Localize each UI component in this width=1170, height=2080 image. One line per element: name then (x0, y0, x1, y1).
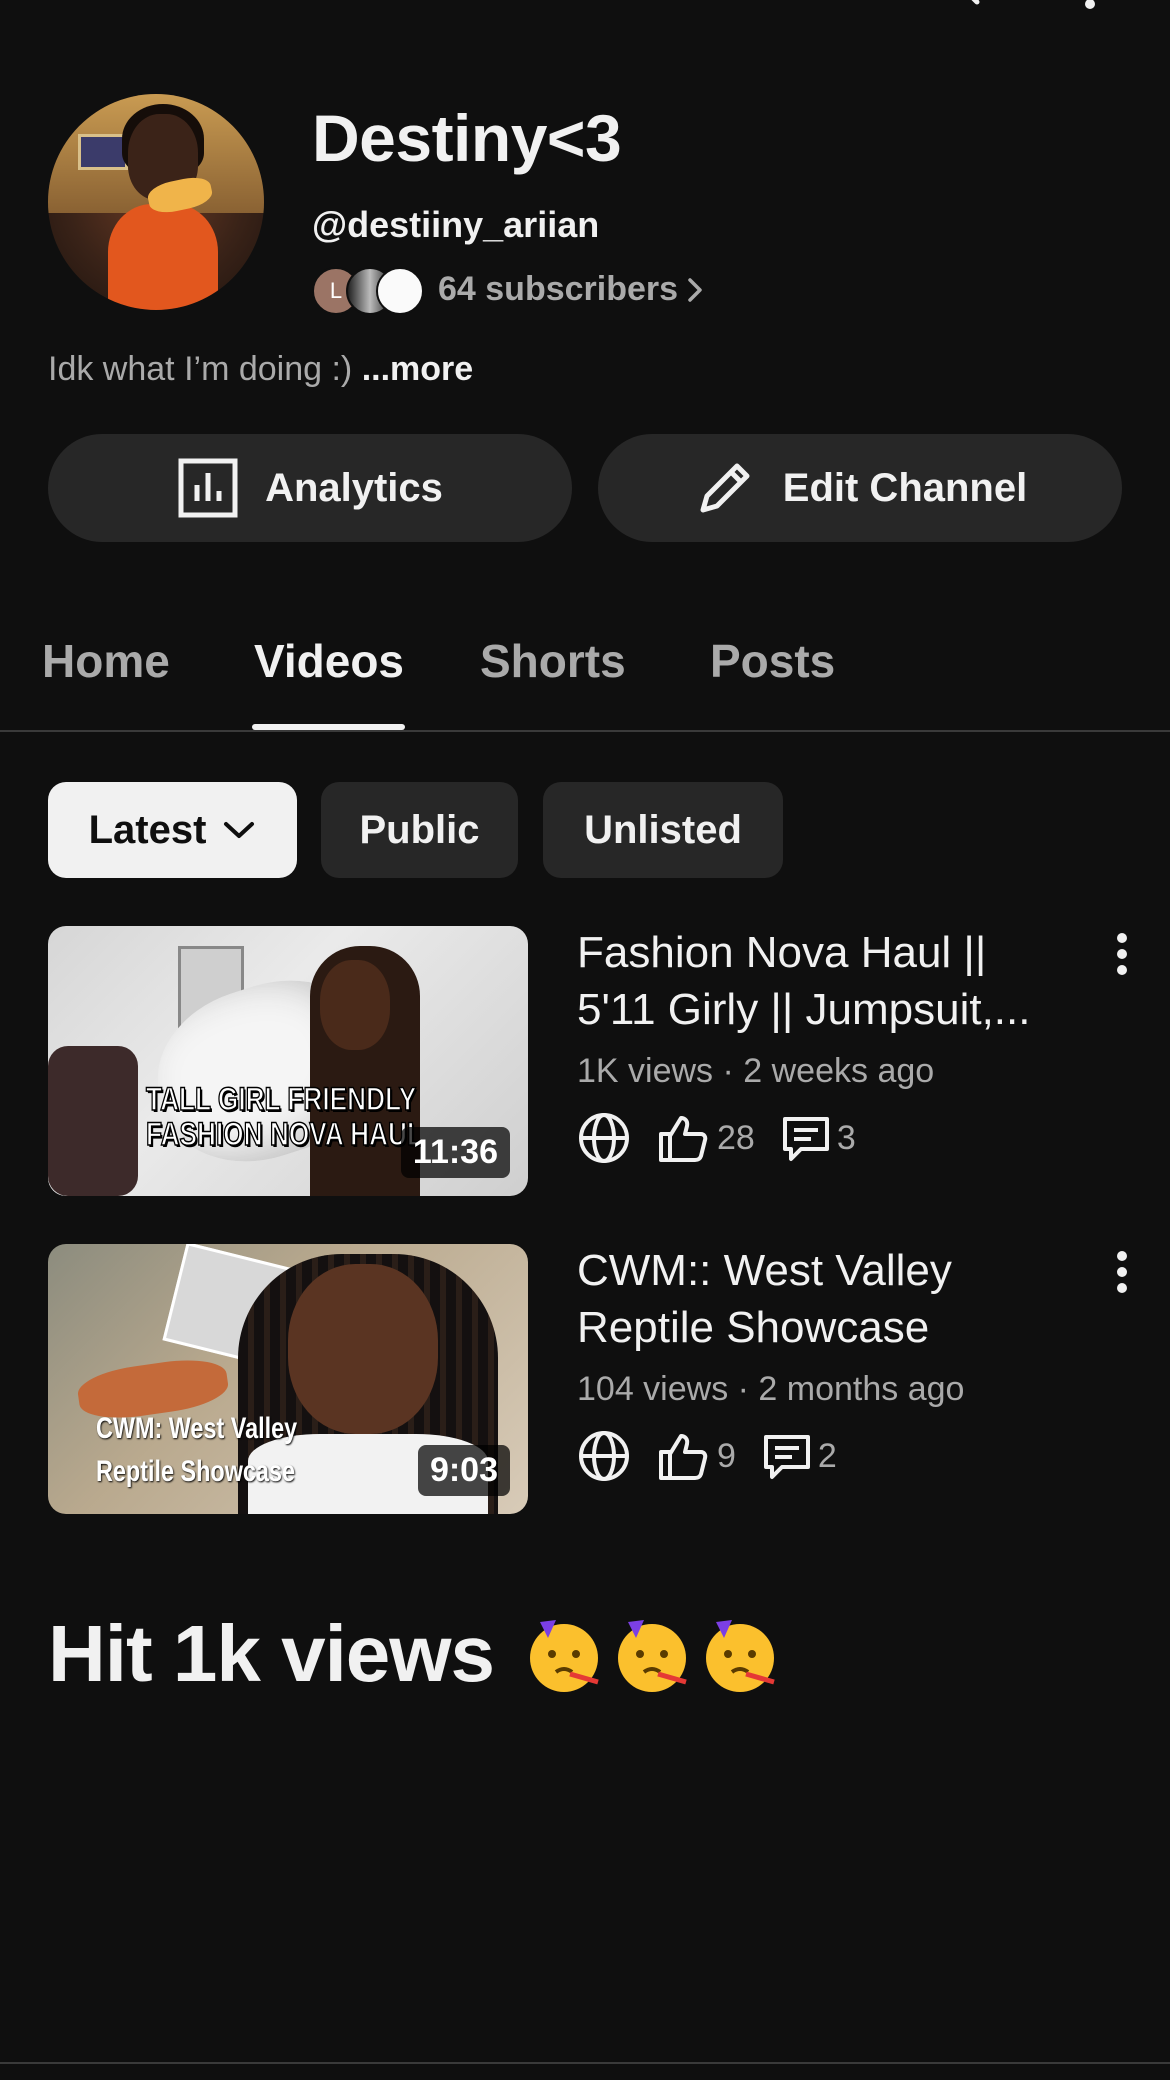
chevron-right-icon (688, 277, 702, 302)
analytics-label: Analytics (265, 465, 443, 510)
video-thumbnail[interactable]: TALL GIRL FRIENDLY FASHION NOVA HAUL 11:… (48, 926, 528, 1196)
globe-icon (579, 1113, 629, 1163)
video-stats: 9 2 (577, 1428, 837, 1484)
video-thumbnail[interactable]: CWM: West Valley Reptile Showcase 9:03 (48, 1244, 528, 1514)
tab-shorts[interactable]: Shorts (480, 634, 626, 688)
chip-label: Public (359, 807, 480, 852)
subscriber-avatar (376, 267, 424, 315)
channel-handle: @destiiny_ariian (312, 204, 600, 245)
description-text: Idk what I’m doing :) (48, 350, 353, 388)
thumbnail-caption-line: Reptile Showcase (96, 1455, 295, 1488)
analytics-button[interactable]: Analytics (48, 434, 572, 542)
chip-label: Latest (88, 807, 207, 852)
thumbs-up-icon (659, 1116, 708, 1162)
comment-count: 3 (836, 1118, 856, 1157)
tab-videos[interactable]: Videos (254, 634, 404, 688)
more-vert-icon[interactable] (1078, 0, 1102, 10)
more-vert-icon[interactable] (1108, 924, 1136, 984)
video-meta: 1K views · 2 weeks ago (577, 1052, 935, 1090)
comment-count: 2 (817, 1436, 837, 1475)
video-meta: 104 views · 2 months ago (577, 1370, 965, 1408)
globe-icon (579, 1431, 629, 1481)
sort-latest-chip[interactable]: Latest (48, 782, 297, 878)
analytics-icon (178, 458, 238, 518)
bottom-nav-divider (0, 2062, 1170, 2064)
video-title[interactable]: CWM:: West Valley Reptile Showcase (577, 1242, 1077, 1356)
comment-icon (763, 1435, 810, 1479)
tab-home[interactable]: Home (42, 634, 170, 688)
more-vert-icon[interactable] (1108, 1242, 1136, 1302)
thumbnail-caption-line: TALL GIRL FRIENDLY (145, 1081, 417, 1118)
video-title[interactable]: Fashion Nova Haul || 5'11 Girly || Jumps… (577, 924, 1077, 1038)
tabs-divider (0, 730, 1170, 732)
partying-face-icon (706, 1620, 775, 1692)
channel-description[interactable]: Idk what I’m doing :) ...more (48, 350, 473, 389)
subscriber-avatars[interactable]: L (312, 267, 424, 317)
comment-icon (782, 1117, 829, 1161)
chip-label: Unlisted (584, 807, 742, 852)
filter-unlisted-chip[interactable]: Unlisted (543, 782, 783, 878)
subscribers-link[interactable]: 64 subscribers (438, 270, 704, 309)
post-text-content: Hit 1k views (48, 1609, 495, 1698)
partying-face-icon (618, 1620, 687, 1692)
tab-posts[interactable]: Posts (710, 634, 835, 688)
edit-channel-button[interactable]: Edit Channel (598, 434, 1122, 542)
filter-public-chip[interactable]: Public (321, 782, 518, 878)
chevron-down-icon (224, 822, 255, 838)
partying-face-icon (530, 1620, 599, 1692)
thumbnail-caption-line: CWM: West Valley (96, 1412, 298, 1445)
channel-avatar[interactable] (48, 94, 264, 310)
thumbnail-caption: CWM: West Valley Reptile Showcase (96, 1412, 330, 1488)
search-icon[interactable] (925, 0, 981, 10)
subscriber-count: 64 subscribers (438, 270, 679, 308)
video-stats: 28 3 (577, 1110, 856, 1166)
like-count: 28 (717, 1118, 755, 1157)
thumbs-up-icon (659, 1434, 708, 1480)
post-text: Hit 1k views (48, 1608, 782, 1700)
video-duration: 9:03 (417, 1445, 510, 1496)
like-count: 9 (717, 1436, 736, 1475)
more-link[interactable]: ...more (362, 350, 473, 388)
pencil-icon (700, 463, 750, 513)
video-duration: 11:36 (400, 1127, 510, 1178)
channel-name: Destiny<3 (312, 101, 622, 175)
edit-channel-label: Edit Channel (782, 465, 1028, 510)
